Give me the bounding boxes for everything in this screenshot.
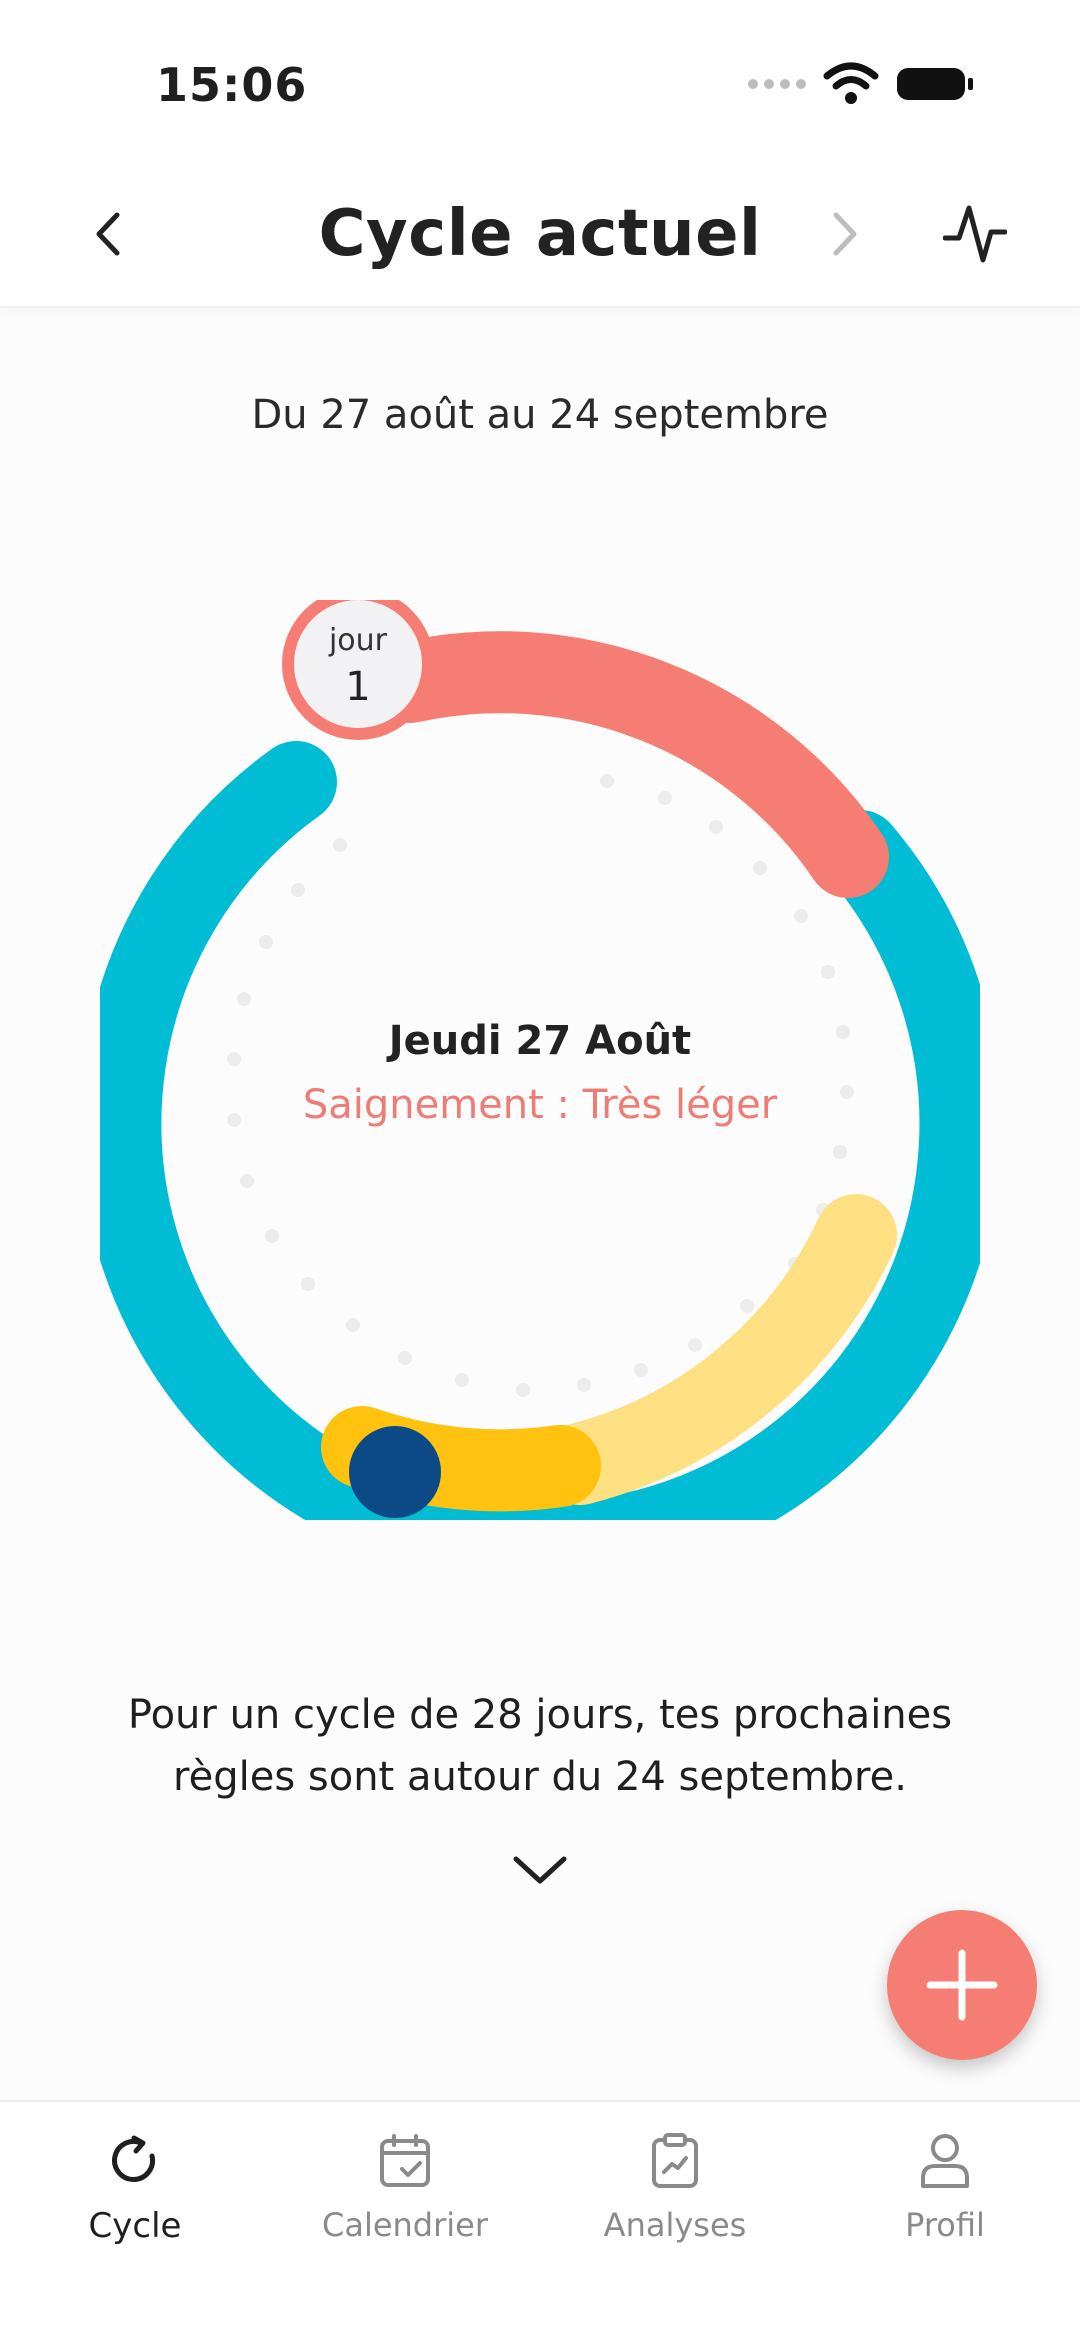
tab-label: Calendrier bbox=[321, 2206, 488, 2244]
tab-label: Analyses bbox=[603, 2206, 747, 2244]
bleeding-status: Saignement : Très léger bbox=[302, 1082, 778, 1128]
status-icons bbox=[747, 62, 975, 106]
profile-icon bbox=[921, 2134, 969, 2188]
tab-profile[interactable]: Profil bbox=[810, 2102, 1080, 2348]
prediction-line-1: Pour un cycle de 28 jours, tes prochaine… bbox=[127, 1692, 953, 1738]
cycle-arc-period bbox=[369, 631, 889, 898]
page-title: Cycle actuel bbox=[318, 197, 762, 271]
signal-dots-icon bbox=[748, 79, 806, 89]
day-label: jour bbox=[328, 623, 388, 658]
battery-icon bbox=[897, 68, 973, 100]
tab-analytics[interactable]: Analyses bbox=[540, 2102, 810, 2348]
cycle-date-range: Du 27 août au 24 septembre bbox=[251, 392, 829, 438]
ovulation-marker[interactable] bbox=[349, 1426, 441, 1518]
calendar-icon bbox=[380, 2134, 430, 2187]
next-cycle-button[interactable] bbox=[805, 160, 885, 308]
expand-details-button[interactable] bbox=[500, 1840, 580, 1900]
plus-icon bbox=[926, 1949, 998, 2021]
tab-label: Cycle bbox=[88, 2206, 182, 2246]
analytics-icon bbox=[652, 2133, 698, 2188]
wifi-icon bbox=[823, 62, 879, 104]
chevron-right-icon bbox=[833, 212, 857, 256]
status-time: 15:06 bbox=[156, 58, 308, 112]
selected-date: Jeudi 27 Août bbox=[388, 1018, 692, 1064]
status-bar: 15:06 bbox=[0, 0, 1080, 160]
cycle-chart-button[interactable] bbox=[930, 160, 1020, 308]
top-app-bar: Cycle actuel bbox=[0, 160, 1080, 308]
tab-label: Profil bbox=[905, 2206, 985, 2244]
add-entry-button[interactable] bbox=[887, 1910, 1037, 2060]
prediction-line-2: règles sont autour du 24 septembre. bbox=[173, 1754, 907, 1800]
cycle-icon bbox=[112, 2135, 156, 2182]
pulse-chart-icon bbox=[943, 205, 1007, 263]
tab-calendar[interactable]: Calendrier bbox=[270, 2102, 540, 2348]
app-screen: 15:06 Cycle actuel Du 27 août au 24 sept… bbox=[0, 0, 1080, 2348]
chevron-down-icon bbox=[513, 1856, 567, 1884]
next-period-prediction: Pour un cycle de 28 jours, tes prochaine… bbox=[90, 1684, 990, 1808]
bottom-navigation: Cycle Calendrier Analyses Profil bbox=[0, 2100, 1080, 2348]
tab-cycle[interactable]: Cycle bbox=[0, 2102, 270, 2348]
day-number: 1 bbox=[345, 664, 370, 710]
